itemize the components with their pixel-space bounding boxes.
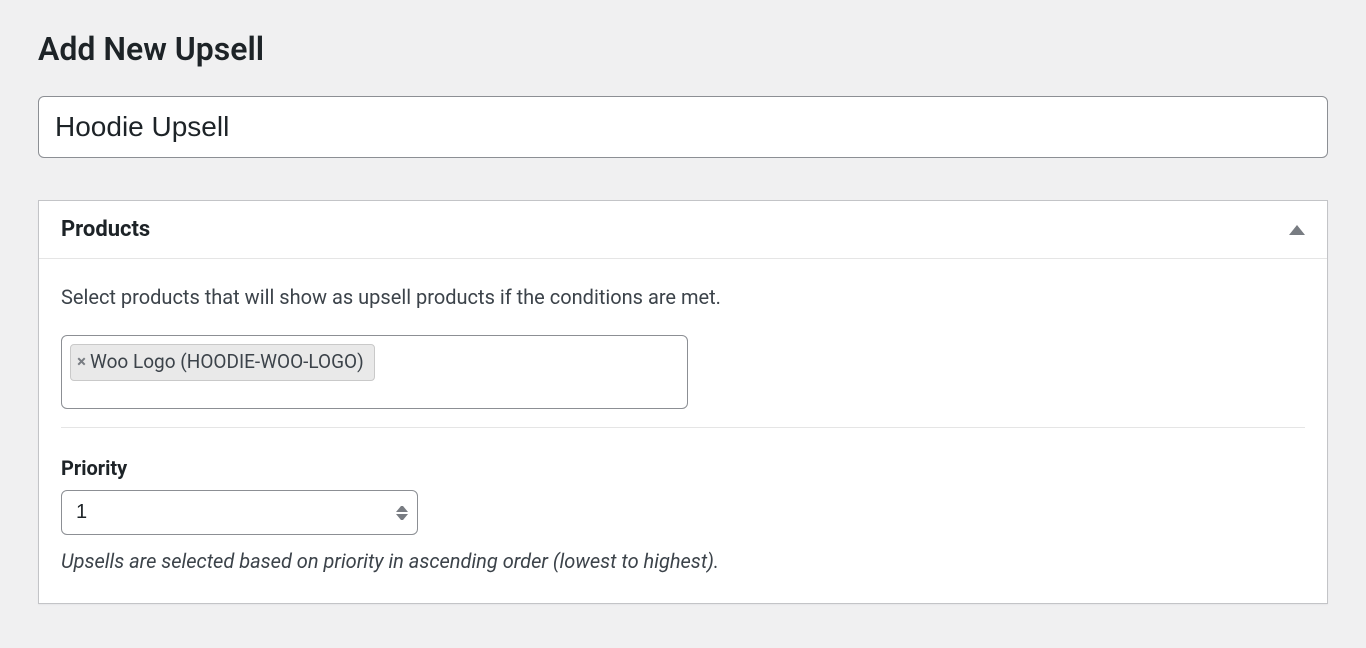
section-divider	[61, 427, 1305, 428]
priority-field-wrap	[61, 490, 418, 535]
remove-tag-icon[interactable]: ×	[77, 354, 86, 371]
product-tag-label: Woo Logo (HOODIE-WOO-LOGO)	[90, 349, 364, 376]
products-metabox-title: Products	[61, 217, 150, 242]
chevron-up-icon	[1289, 225, 1305, 235]
products-help-text: Select products that will show as upsell…	[61, 285, 1305, 309]
page-title: Add New Upsell	[38, 30, 1328, 68]
products-metabox: Products Select products that will show …	[38, 200, 1328, 604]
priority-stepper	[396, 504, 408, 522]
product-tag: × Woo Logo (HOODIE-WOO-LOGO)	[70, 344, 375, 381]
priority-input[interactable]	[61, 490, 418, 535]
upsell-title-input[interactable]	[38, 96, 1328, 158]
priority-label: Priority	[61, 456, 1305, 480]
stepper-down-icon[interactable]	[396, 514, 408, 522]
stepper-up-icon[interactable]	[396, 504, 408, 512]
priority-hint-text: Upsells are selected based on priority i…	[61, 549, 1305, 573]
product-select-input[interactable]: × Woo Logo (HOODIE-WOO-LOGO)	[61, 335, 688, 409]
products-metabox-body: Select products that will show as upsell…	[39, 259, 1327, 603]
products-metabox-toggle[interactable]: Products	[39, 201, 1327, 259]
